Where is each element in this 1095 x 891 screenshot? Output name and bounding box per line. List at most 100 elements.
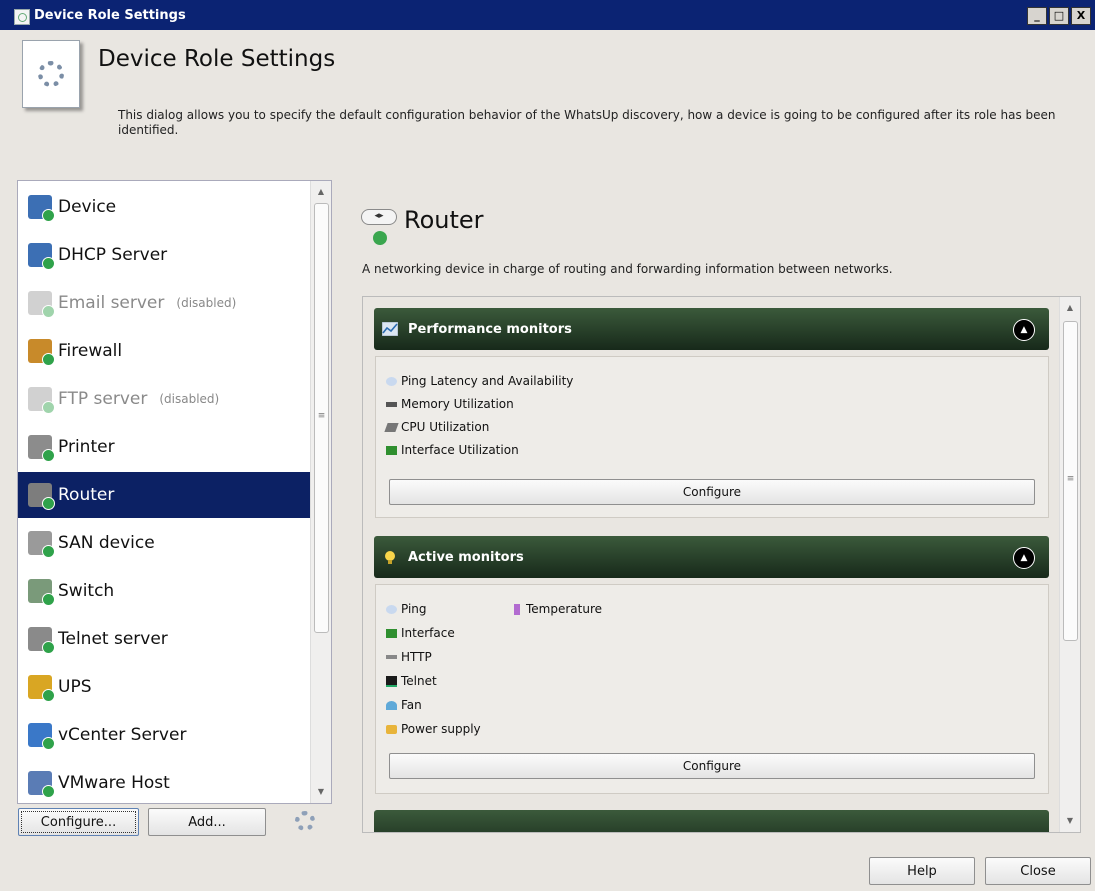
- minimize-button[interactable]: _: [1027, 7, 1047, 25]
- role-item-label: Firewall: [58, 341, 123, 361]
- role-item-label: Device: [58, 197, 117, 217]
- role-item-label: vCenter Server: [58, 725, 187, 745]
- role-item-device[interactable]: Device: [18, 184, 310, 230]
- power-supply-icon: [386, 724, 397, 734]
- monitor-item: Ping Latency and Availability: [386, 374, 573, 388]
- role-item-switch[interactable]: Switch: [18, 568, 310, 614]
- page-description: This dialog allows you to specify the de…: [118, 108, 1056, 137]
- collapse-icon[interactable]: ▲: [1013, 319, 1035, 341]
- role-item-label: Printer: [58, 437, 115, 457]
- active-monitors-header[interactable]: Active monitors ▲: [374, 536, 1049, 578]
- role-item-dhcp-server[interactable]: DHCP Server: [18, 232, 310, 278]
- ping-icon: [386, 376, 397, 386]
- interface-icon: [386, 445, 397, 455]
- role-item-label: UPS: [58, 677, 92, 697]
- vcenter-server-icon: [28, 723, 55, 750]
- scroll-thumb[interactable]: ≡: [1063, 321, 1078, 641]
- help-button[interactable]: Help: [869, 857, 975, 885]
- role-item-san-device[interactable]: SAN device: [18, 520, 310, 566]
- monitors-scrollbar[interactable]: ▲ ≡ ▼: [1059, 297, 1080, 832]
- fan-icon: [386, 700, 397, 710]
- app-icon: [14, 9, 30, 25]
- performance-monitors-header[interactable]: Performance monitors ▲: [374, 308, 1049, 350]
- ping-icon: [386, 604, 397, 614]
- role-item-vcenter-server[interactable]: vCenter Server: [18, 712, 310, 758]
- role-item-firewall[interactable]: Firewall: [18, 328, 310, 374]
- temperature-icon: [514, 603, 520, 615]
- monitor-item: Power supply: [386, 722, 481, 736]
- configure-role-button[interactable]: Configure...: [18, 808, 139, 836]
- switch-icon: [28, 579, 55, 606]
- monitor-item: CPU Utilization: [384, 420, 489, 434]
- firewall-icon: [28, 339, 55, 366]
- active-monitors-body: Ping Interface HTTP Telnet Fan Power sup…: [375, 584, 1049, 794]
- role-item-ups[interactable]: UPS: [18, 664, 310, 710]
- role-item-label: DHCP Server: [58, 245, 168, 265]
- performance-monitors-body: Ping Latency and Availability Memory Uti…: [375, 356, 1049, 518]
- close-button[interactable]: Close: [985, 857, 1091, 885]
- detail-title: Router: [404, 206, 484, 234]
- configure-active-button[interactable]: Configure: [389, 753, 1035, 779]
- telnet-server-icon: [28, 627, 55, 654]
- performance-monitors-title: Performance monitors: [408, 322, 572, 337]
- router-icon: ◂▸: [361, 207, 397, 247]
- role-item-label: Router: [58, 485, 115, 505]
- monitor-item: Temperature: [511, 602, 602, 616]
- role-item-router[interactable]: Router: [18, 472, 310, 518]
- page-title: Device Role Settings: [98, 46, 336, 72]
- http-icon: [386, 655, 397, 659]
- printer-icon: [28, 435, 55, 462]
- email-server-icon: [28, 291, 55, 318]
- vmware-host-icon: [28, 771, 55, 798]
- router-icon: [28, 483, 55, 510]
- role-item-telnet-server[interactable]: Telnet server: [18, 616, 310, 662]
- role-list-scrollbar[interactable]: ▲ ≡ ▼: [310, 181, 331, 803]
- role-item-label: FTP server: [58, 389, 148, 409]
- monitor-item: Memory Utilization: [386, 397, 514, 411]
- monitor-item: Interface: [386, 626, 455, 640]
- gear-icon[interactable]: [295, 811, 315, 831]
- window-title: Device Role Settings: [34, 8, 186, 23]
- device-icon: [28, 195, 55, 222]
- close-window-button[interactable]: X: [1071, 7, 1091, 25]
- role-item-label: Telnet server: [58, 629, 168, 649]
- title-bar: Device Role Settings _ □ X: [0, 0, 1095, 30]
- configure-performance-button[interactable]: Configure: [389, 479, 1035, 505]
- role-item-email-server[interactable]: Email server (disabled): [18, 280, 310, 326]
- role-item-label: SAN device: [58, 533, 155, 553]
- monitor-item: Telnet: [386, 674, 437, 688]
- scroll-up-arrow[interactable]: ▲: [1060, 299, 1080, 317]
- ftp-server-icon: [28, 387, 55, 414]
- scroll-down-arrow[interactable]: ▼: [1060, 812, 1080, 830]
- monitors-panel: Performance monitors ▲ Ping Latency and …: [362, 296, 1081, 833]
- scroll-down-arrow[interactable]: ▼: [311, 783, 331, 801]
- scroll-up-arrow[interactable]: ▲: [311, 183, 331, 201]
- active-monitors-title: Active monitors: [408, 550, 524, 565]
- san-device-icon: [28, 531, 55, 558]
- role-list[interactable]: Device DHCP Server Email server (disabled) F…: [17, 180, 332, 804]
- role-item-label: Email server: [58, 293, 165, 313]
- interface-icon: [386, 628, 397, 638]
- collapsed-section-header[interactable]: [374, 810, 1049, 832]
- telnet-icon: [386, 675, 397, 687]
- detail-description: A networking device in charge of routing…: [362, 262, 893, 276]
- disabled-tag: (disabled): [159, 392, 220, 406]
- maximize-button[interactable]: □: [1049, 7, 1069, 25]
- dhcp-server-icon: [28, 243, 55, 270]
- monitor-item: HTTP: [386, 650, 432, 664]
- monitor-item: Ping: [386, 602, 427, 616]
- chart-icon: [382, 322, 398, 336]
- settings-document-icon: [22, 40, 80, 108]
- role-item-label: Switch: [58, 581, 115, 601]
- lightbulb-icon: [385, 551, 395, 564]
- role-item-vmware-host[interactable]: VMware Host: [18, 760, 310, 803]
- add-role-button[interactable]: Add...: [148, 808, 266, 836]
- scroll-thumb[interactable]: ≡: [314, 203, 329, 633]
- monitor-item: Interface Utilization: [386, 443, 519, 457]
- monitor-item: Fan: [386, 698, 422, 712]
- collapse-icon[interactable]: ▲: [1013, 547, 1035, 569]
- role-item-ftp-server[interactable]: FTP server (disabled): [18, 376, 310, 422]
- cpu-icon: [384, 422, 399, 432]
- role-item-printer[interactable]: Printer: [18, 424, 310, 470]
- role-item-label: VMware Host: [58, 773, 170, 793]
